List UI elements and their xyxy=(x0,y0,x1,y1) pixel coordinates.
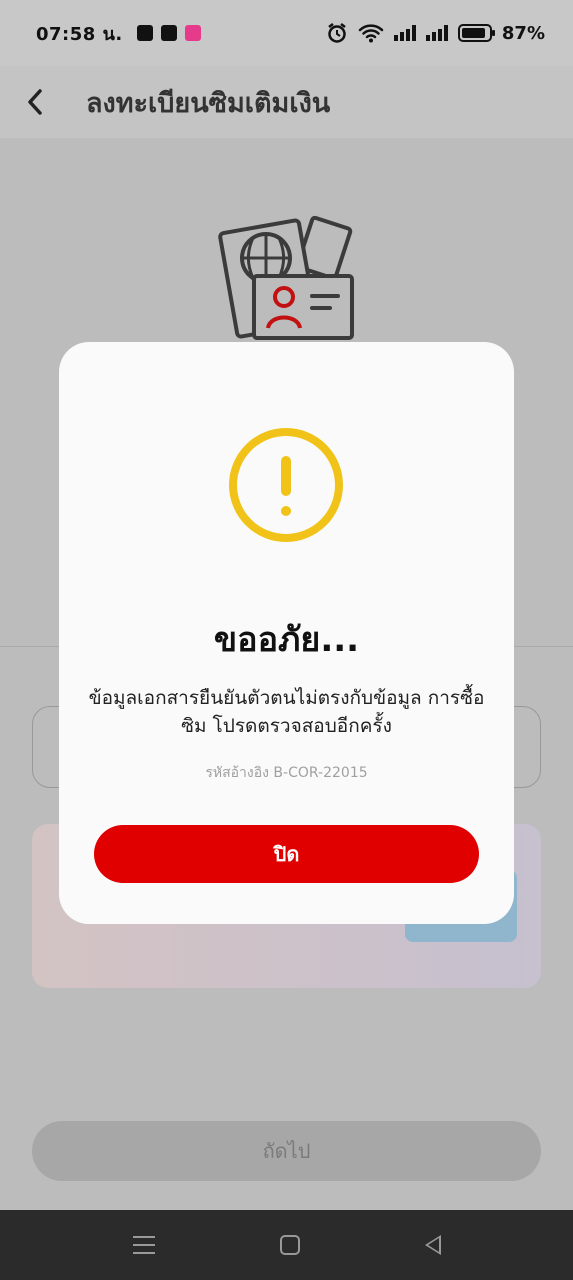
shopee-icon xyxy=(136,25,153,41)
status-right: 87% xyxy=(326,22,545,44)
error-dialog: ขออภัย... ข้อมูลเอกสารยืนยันตัวตนไม่ตรงก… xyxy=(59,342,514,924)
next-button[interactable]: ถัดไป xyxy=(32,1121,541,1181)
battery-fill xyxy=(461,28,485,38)
signal-icon xyxy=(425,25,448,41)
close-button[interactable]: ปิด xyxy=(94,825,479,883)
reference-code: รหัสอ้างอิง B-COR-22015 xyxy=(205,765,368,781)
status-time: 07:58 น. xyxy=(36,23,123,45)
warning-icon-bar xyxy=(281,456,291,496)
app-icon xyxy=(160,25,177,41)
signal-icon xyxy=(393,25,416,41)
app-header: ลงทะเบียนซิมเติมเงิน xyxy=(0,66,573,138)
page-title: ลงทะเบียนซิมเติมเงิน xyxy=(86,87,331,119)
system-nav-bar xyxy=(0,1210,573,1280)
wifi-icon xyxy=(358,24,384,43)
dialog-title: ขออภัย... xyxy=(213,620,360,660)
back-button[interactable] xyxy=(0,66,70,138)
dialog-message: ข้อมูลเอกสารยืนยันตัวตนไม่ตรงกับข้อมูล ก… xyxy=(88,687,485,737)
home-icon[interactable] xyxy=(279,1235,300,1255)
alarm-icon xyxy=(328,23,346,43)
status-bar: 07:58 น. 87% xyxy=(0,0,573,66)
passport-id-card-illustration xyxy=(218,215,354,340)
notification-icons xyxy=(136,25,201,41)
pink-app-icon xyxy=(184,25,201,41)
warning-icon-dot xyxy=(281,506,291,516)
battery-icon xyxy=(457,24,495,42)
chevron-left-icon xyxy=(28,89,42,115)
warning-icon xyxy=(229,428,343,542)
back-icon[interactable] xyxy=(424,1235,441,1255)
menu-icon[interactable] xyxy=(132,1236,155,1254)
battery-percent: 87% xyxy=(501,22,545,44)
